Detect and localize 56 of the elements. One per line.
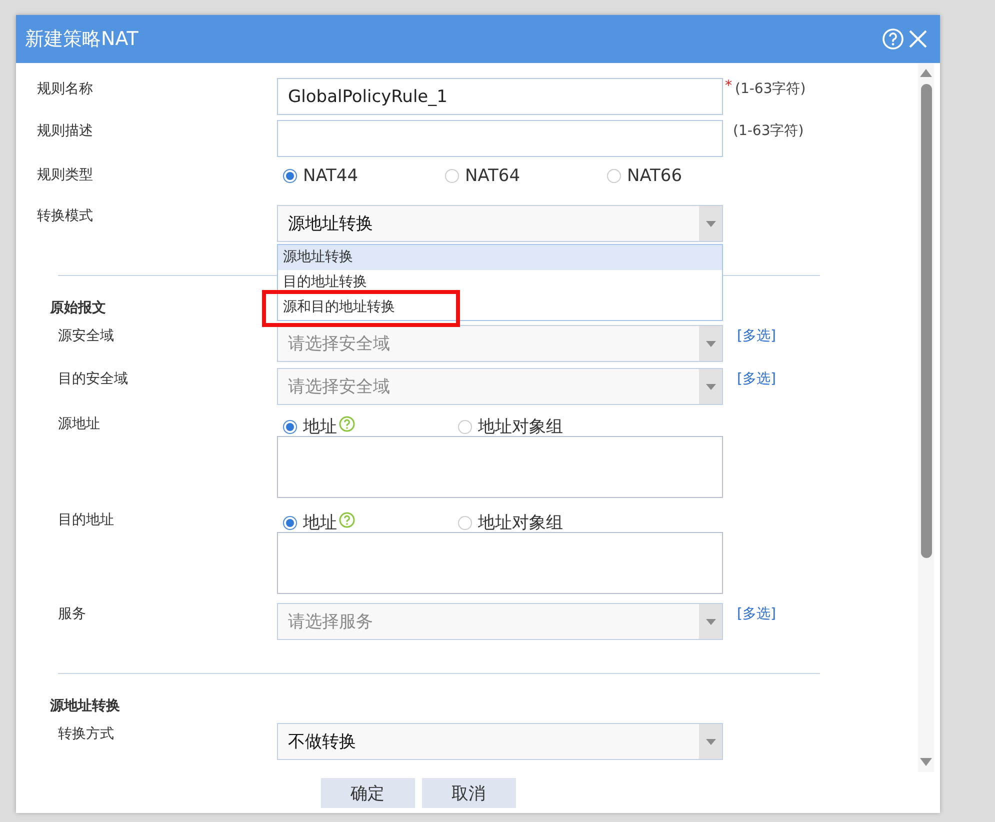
field-label: 目的地址 (58, 511, 114, 529)
help-icon[interactable] (339, 416, 355, 432)
radio-label[interactable]: NAT66 (627, 166, 682, 186)
radio-button[interactable] (458, 516, 472, 530)
field-label: 服务 (58, 605, 86, 623)
radio-button[interactable] (283, 169, 297, 183)
radio-button[interactable] (283, 420, 297, 434)
radio-label[interactable]: 地址 (303, 511, 337, 534)
dialog-title: 新建策略NAT (25, 27, 140, 52)
radio-button[interactable] (283, 516, 297, 530)
radio-button[interactable] (607, 169, 621, 183)
text-field[interactable] (277, 120, 723, 157)
scroll-thumb[interactable] (920, 84, 932, 558)
dropdown-option[interactable]: 源和目的地址转换 (278, 295, 722, 320)
radio-label[interactable]: NAT44 (303, 166, 358, 186)
field-label: 源安全域 (58, 327, 114, 345)
scroll-down-icon[interactable] (920, 758, 932, 766)
section-heading: 源地址转换 (50, 697, 120, 715)
field-label: 规则类型 (37, 166, 93, 184)
field-label: 规则描述 (37, 122, 93, 140)
text-area[interactable] (277, 436, 723, 498)
caret-icon (706, 618, 716, 624)
scroll-up-icon[interactable] (920, 69, 932, 77)
text-field[interactable]: GlobalPolicyRule_1 (277, 78, 723, 115)
dropdown-option[interactable]: 目的地址转换 (278, 270, 722, 295)
section-heading: 原始报文 (50, 299, 106, 317)
text-area[interactable] (277, 532, 723, 594)
radio-label[interactable]: NAT64 (465, 166, 520, 186)
field-label: 规则名称 (37, 80, 93, 98)
help-icon[interactable] (339, 512, 355, 528)
multi-select-link[interactable]: [多选] (737, 325, 776, 345)
required-mark: * (725, 78, 732, 94)
dialog-button[interactable]: 取消 (422, 778, 516, 808)
field-label: 转换模式 (37, 207, 93, 225)
radio-label[interactable]: 地址 (303, 415, 337, 438)
field-hint: (1-63字符) (735, 80, 806, 98)
close-icon[interactable] (908, 29, 928, 49)
scrollbar[interactable] (918, 63, 934, 772)
caret-icon (706, 340, 716, 346)
select-field[interactable]: 源地址转换 (277, 205, 723, 242)
multi-select-link[interactable]: [多选] (737, 368, 776, 388)
dialog-button[interactable]: 确定 (320, 778, 414, 808)
field-label: 目的安全域 (58, 370, 128, 388)
field-label: 转换方式 (58, 725, 114, 743)
radio-button[interactable] (458, 420, 472, 434)
dropdown-option[interactable]: 源地址转换 (278, 245, 722, 270)
radio-button[interactable] (445, 169, 459, 183)
radio-label[interactable]: 地址对象组 (478, 415, 563, 438)
multi-select-link[interactable]: [多选] (737, 603, 776, 623)
radio-label[interactable]: 地址对象组 (478, 511, 563, 534)
field-label: 源地址 (58, 415, 100, 433)
caret-icon (706, 220, 716, 226)
select-field[interactable]: 不做转换 (277, 723, 723, 760)
caret-icon (706, 738, 716, 744)
caret-icon (706, 384, 716, 390)
field-hint: (1-63字符) (733, 122, 804, 140)
